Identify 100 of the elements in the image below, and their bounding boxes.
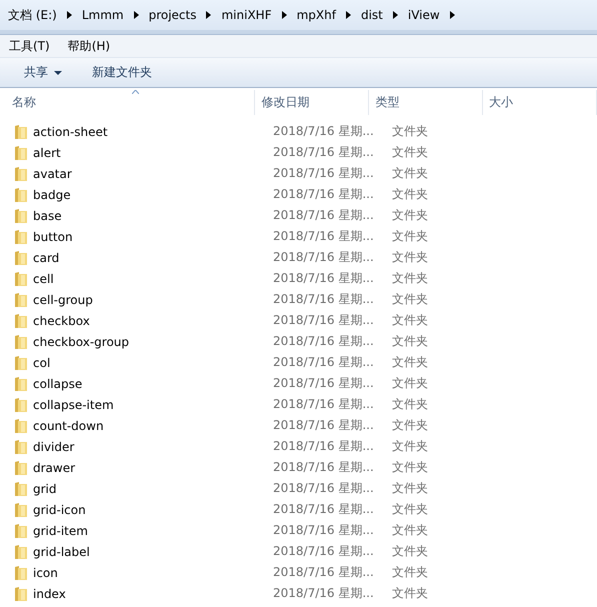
modified-date: 2018/7/16 星期...: [273, 187, 374, 201]
chevron-icon[interactable]: [134, 11, 139, 19]
modified-date: 2018/7/16 星期...: [273, 271, 374, 285]
folder-icon: [14, 228, 28, 244]
chevron-icon[interactable]: [450, 11, 455, 19]
toolbar-button[interactable]: 新建文件夹: [82, 61, 162, 84]
file-type: 文件夹: [392, 418, 428, 432]
breadcrumb-item[interactable]: 文档 (E:): [8, 6, 57, 24]
file-type: 文件夹: [392, 166, 428, 180]
file-name[interactable]: action-sheet: [33, 124, 108, 138]
file-type: 文件夹: [392, 586, 428, 600]
file-type: 文件夹: [392, 229, 428, 243]
breadcrumb-item[interactable]: Lmmm: [82, 8, 124, 22]
breadcrumb-item[interactable]: dist: [360, 8, 383, 22]
file-type: 文件夹: [392, 544, 428, 558]
modified-date: 2018/7/16 星期...: [273, 586, 374, 600]
breadcrumb-item[interactable]: mpXhf: [296, 8, 336, 22]
file-name[interactable]: base: [33, 208, 62, 222]
folder-icon: [14, 502, 28, 518]
chevron-icon[interactable]: [282, 11, 287, 19]
file-type: 文件夹: [392, 481, 428, 495]
file-type: 文件夹: [392, 460, 428, 474]
modified-date: 2018/7/16 星期...: [273, 292, 374, 306]
modified-date: 2018/7/16 星期...: [273, 481, 374, 495]
file-type: 文件夹: [392, 334, 428, 348]
file-name[interactable]: drawer: [33, 460, 76, 474]
file-name[interactable]: badge: [33, 188, 71, 202]
file-type: 文件夹: [392, 145, 428, 159]
caret-icon: [54, 70, 62, 74]
modified-date: 2018/7/16 星期...: [273, 565, 374, 579]
column-header[interactable]: 名称: [0, 90, 256, 115]
modified-date: 2018/7/16 星期...: [273, 418, 374, 432]
folder-icon: [14, 144, 28, 160]
modified-date: 2018/7/16 星期...: [273, 145, 374, 159]
folder-icon: [14, 166, 28, 182]
modified-date: 2018/7/16 星期...: [273, 376, 374, 390]
breadcrumb-item[interactable]: iView: [408, 8, 440, 22]
folder-icon: [14, 438, 28, 454]
folder-icon: [14, 480, 28, 496]
file-type: 文件夹: [392, 397, 428, 411]
folder-icon: [14, 564, 28, 580]
column-header[interactable]: 大小: [483, 90, 597, 115]
file-name[interactable]: avatar: [33, 166, 72, 180]
modified-date: 2018/7/16 星期...: [273, 544, 374, 558]
folder-icon: [14, 544, 28, 560]
folder-icon: [14, 522, 28, 538]
file-name[interactable]: button: [33, 230, 73, 244]
file-name[interactable]: divider: [33, 440, 74, 454]
file-name[interactable]: checkbox-group: [33, 334, 130, 348]
file-name[interactable]: grid-icon: [33, 502, 86, 516]
file-name[interactable]: checkbox: [33, 314, 90, 328]
file-name[interactable]: collapse-item: [33, 398, 114, 412]
modified-date: 2018/7/16 星期...: [273, 355, 374, 369]
file-type: 文件夹: [392, 208, 428, 222]
modified-date: 2018/7/16 星期...: [273, 124, 374, 138]
file-name[interactable]: col: [33, 356, 50, 370]
file-type: 文件夹: [392, 376, 428, 390]
modified-date: 2018/7/16 星期...: [273, 334, 374, 348]
chevron-icon[interactable]: [392, 11, 398, 19]
file-type: 文件夹: [392, 187, 428, 201]
file-type: 文件夹: [392, 271, 428, 285]
folder-icon: [14, 334, 28, 350]
modified-date: 2018/7/16 星期...: [273, 523, 374, 537]
folder-icon: [14, 376, 28, 392]
column-header[interactable]: 类型: [369, 90, 484, 115]
file-name[interactable]: index: [33, 586, 66, 600]
breadcrumb-item[interactable]: projects: [148, 8, 196, 22]
file-name[interactable]: icon: [33, 566, 58, 580]
chevron-icon[interactable]: [66, 11, 72, 19]
folder-icon: [14, 208, 28, 224]
toolbar-button[interactable]: 共享: [14, 61, 72, 84]
file-name[interactable]: cell: [33, 272, 54, 286]
file-type: 文件夹: [392, 124, 428, 138]
file-name[interactable]: card: [33, 250, 60, 264]
folder-icon: [14, 270, 28, 286]
menu-item[interactable]: 帮助(H): [68, 38, 110, 54]
file-type: 文件夹: [392, 292, 428, 306]
breadcrumb-item[interactable]: miniXHF: [221, 8, 272, 22]
column-header[interactable]: 修改日期: [255, 90, 370, 115]
folder-icon: [14, 418, 28, 434]
sort-icon: [132, 90, 139, 94]
modified-date: 2018/7/16 星期...: [273, 439, 374, 453]
folder-icon: [14, 250, 28, 266]
menu-item[interactable]: 工具(T): [9, 38, 50, 54]
file-name[interactable]: cell-group: [33, 292, 93, 306]
folder-icon: [14, 460, 28, 476]
folder-icon: [14, 396, 28, 412]
folder-icon: [14, 124, 28, 140]
modified-date: 2018/7/16 星期...: [273, 502, 374, 516]
file-name[interactable]: grid-label: [33, 544, 90, 558]
file-name[interactable]: alert: [33, 146, 61, 160]
file-name[interactable]: collapse: [33, 376, 82, 390]
file-name[interactable]: grid: [33, 482, 57, 496]
file-type: 文件夹: [392, 250, 428, 264]
file-name[interactable]: grid-item: [33, 524, 88, 538]
chevron-icon[interactable]: [206, 11, 212, 19]
folder-icon: [14, 186, 28, 202]
file-type: 文件夹: [392, 313, 428, 327]
file-name[interactable]: count-down: [33, 418, 104, 432]
chevron-icon[interactable]: [346, 11, 351, 19]
